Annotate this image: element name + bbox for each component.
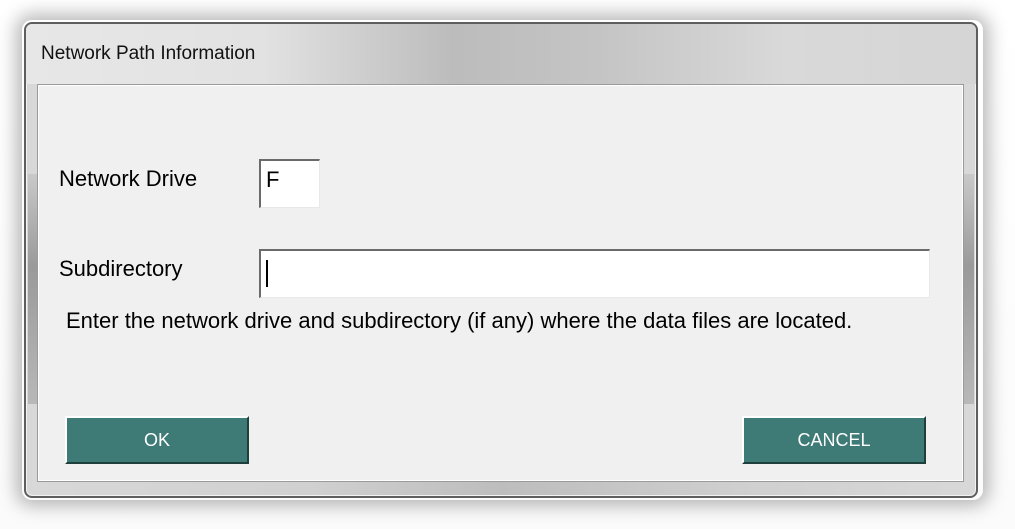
dialog-client-area: Network Drive F Subdirectory Enter the n… (37, 84, 964, 482)
cancel-button[interactable]: CANCEL (742, 416, 926, 464)
dialog-window: Network Path Information Network Drive F… (24, 22, 978, 498)
text-caret (266, 260, 268, 287)
subdirectory-input[interactable] (259, 249, 930, 298)
window-title: Network Path Information (41, 43, 256, 64)
network-drive-label: Network Drive (59, 166, 198, 191)
ok-button[interactable]: OK (65, 416, 249, 464)
instruction-text: Enter the network drive and subdirectory… (66, 308, 853, 333)
network-drive-input[interactable]: F (259, 159, 320, 208)
frame-right-highlight (964, 174, 974, 404)
subdirectory-label: Subdirectory (59, 256, 183, 281)
title-bar[interactable]: Network Path Information (26, 24, 976, 84)
